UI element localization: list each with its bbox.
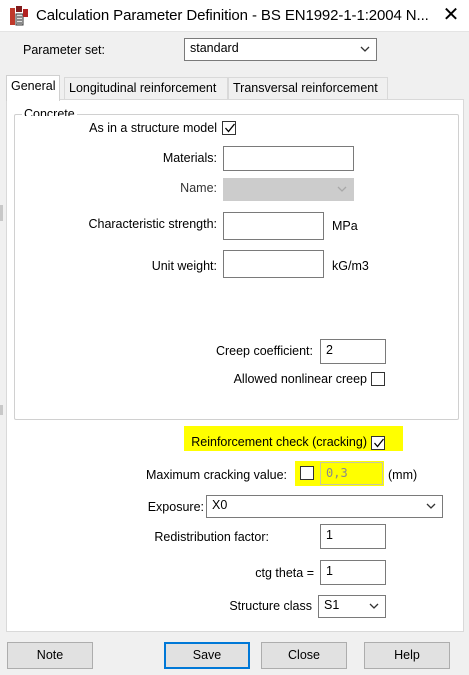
ctg-theta-label: ctg theta =: [255, 566, 314, 580]
tab-longitudinal-label: Longitudinal reinforcement: [69, 81, 217, 95]
as-in-model-checkbox[interactable]: [222, 121, 236, 135]
materials-label: Materials:: [162, 151, 217, 165]
maximum-cracking-checkbox[interactable]: [300, 466, 314, 480]
title-bar[interactable]: Calculation Parameter Definition - BS EN…: [0, 0, 469, 32]
save-button[interactable]: Save: [164, 642, 250, 669]
exposure-label: Exposure:: [147, 500, 204, 514]
checkmark-icon: [225, 123, 236, 133]
unit-weight-label: Unit weight:: [151, 259, 217, 273]
allowed-nonlinear-creep-label: Allowed nonlinear creep: [233, 372, 367, 386]
chevron-down-icon: [360, 46, 370, 52]
characteristic-strength-label: Characteristic strength:: [88, 217, 217, 231]
as-in-model-label: As in a structure model: [89, 121, 217, 135]
materials-input[interactable]: [223, 146, 354, 171]
help-button[interactable]: Help: [364, 642, 450, 669]
concrete-group-title: Concrete: [22, 106, 77, 116]
name-select[interactable]: [223, 178, 354, 201]
note-button[interactable]: Note: [7, 642, 93, 669]
window-title: Calculation Parameter Definition - BS EN…: [36, 7, 428, 24]
tab-longitudinal-reinforcement[interactable]: Longitudinal reinforcement: [64, 77, 228, 99]
tab-transversal-label: Transversal reinforcement: [233, 81, 378, 95]
tab-general[interactable]: General: [6, 75, 61, 101]
redistribution-factor-input[interactable]: 1: [320, 524, 386, 549]
chevron-down-icon: [426, 503, 436, 509]
parameter-set-value: standard: [190, 41, 239, 55]
tab-transversal-reinforcement[interactable]: Transversal reinforcement: [228, 77, 388, 99]
structure-class-label: Structure class: [229, 599, 312, 613]
unit-weight-unit: kG/m3: [332, 259, 369, 273]
unit-weight-input[interactable]: [223, 250, 324, 278]
ctg-theta-input[interactable]: 1: [320, 560, 386, 585]
background-edge-mark: [0, 405, 3, 415]
creep-coefficient-label: Creep coefficient:: [215, 344, 313, 358]
creep-coefficient-input[interactable]: 2: [320, 339, 386, 364]
maximum-cracking-unit: (mm): [388, 468, 418, 482]
allowed-nonlinear-creep-checkbox[interactable]: [371, 372, 385, 386]
characteristic-strength-unit: MPa: [332, 219, 358, 233]
reinforcement-check-label: Reinforcement check (cracking): [191, 435, 367, 449]
app-icon: [10, 6, 28, 26]
background-edge-mark: [0, 205, 3, 221]
parameter-set-label: Parameter set:: [23, 43, 105, 57]
maximum-cracking-input[interactable]: 0,3: [320, 462, 383, 485]
structure-class-value: S1: [324, 598, 340, 612]
name-label: Name:: [180, 181, 217, 195]
characteristic-strength-input[interactable]: [223, 212, 324, 240]
close-window-icon[interactable]: ✕: [433, 0, 469, 32]
maximum-cracking-label: Maximum cracking value:: [145, 468, 287, 482]
exposure-value: X0: [212, 498, 228, 512]
parameter-set-select[interactable]: standard: [184, 38, 377, 61]
chevron-down-icon: [369, 603, 379, 609]
exposure-select[interactable]: X0: [206, 495, 443, 518]
close-button[interactable]: Close: [261, 642, 347, 669]
checkmark-icon: [374, 438, 385, 448]
redistribution-factor-label: Redistribution factor:: [154, 530, 269, 544]
reinforcement-check-checkbox[interactable]: [371, 436, 385, 450]
tab-general-label: General: [11, 79, 56, 93]
chevron-down-icon: [337, 186, 347, 192]
structure-class-select[interactable]: S1: [318, 595, 386, 618]
